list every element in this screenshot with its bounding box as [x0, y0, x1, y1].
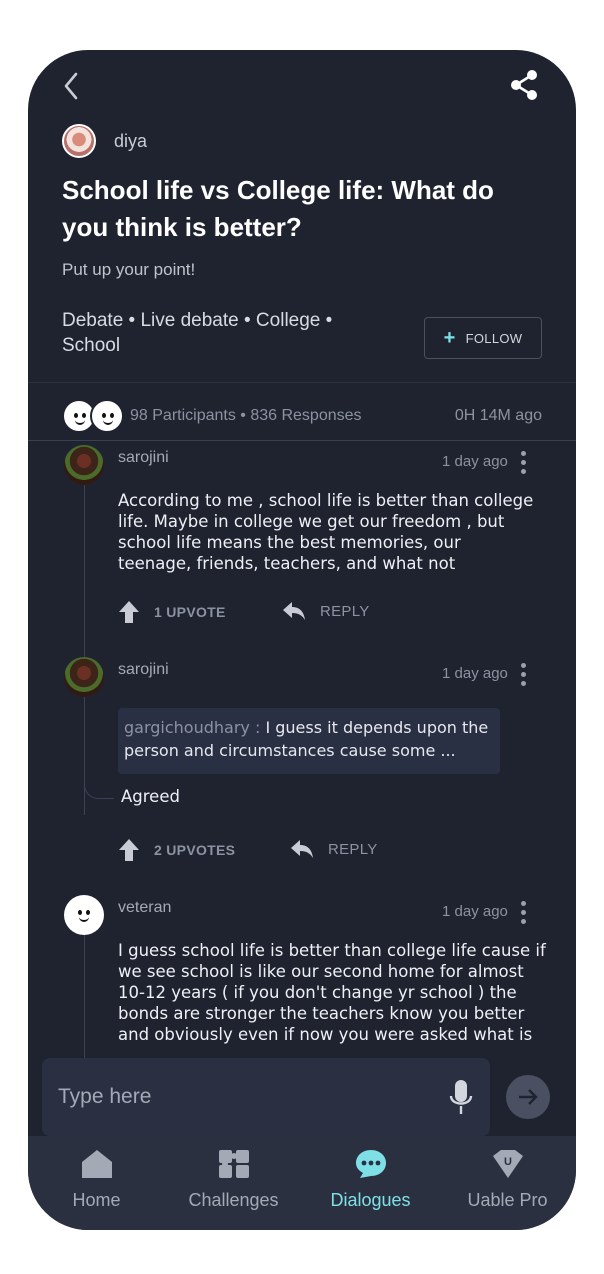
post-author[interactable]: diya	[62, 124, 147, 158]
nav-label: Challenges	[188, 1190, 279, 1210]
bottom-nav: Home Challenges Dialogues U Uable Pro	[28, 1136, 576, 1230]
reply-button[interactable]: REPLY	[290, 838, 378, 860]
home-icon	[81, 1150, 112, 1178]
svg-text:U: U	[504, 1156, 512, 1168]
chat-bubble-icon	[355, 1150, 386, 1178]
avatar	[62, 124, 96, 158]
more-options-icon[interactable]	[518, 663, 528, 689]
comment-body: I guess school life is better than colle…	[118, 941, 546, 1044]
comment-username[interactable]: sarojini	[118, 661, 169, 679]
plus-icon: +	[443, 326, 456, 349]
nav-dialogues[interactable]: Dialogues	[302, 1136, 439, 1230]
message-composer	[42, 1058, 490, 1136]
app-screen: diya School life vs College life: What d…	[28, 50, 576, 1230]
thread-line	[84, 485, 85, 675]
reply-connector	[84, 777, 114, 799]
avatar[interactable]	[64, 895, 104, 935]
uable-badge-icon: U	[492, 1150, 523, 1178]
message-input[interactable]	[58, 1078, 418, 1116]
arrow-right-icon	[519, 1089, 538, 1105]
thread-line	[84, 935, 85, 1061]
send-button[interactable]	[506, 1075, 550, 1119]
share-icon[interactable]	[508, 68, 540, 102]
avatar[interactable]	[64, 657, 104, 697]
post-subtitle: Put up your point!	[62, 260, 196, 279]
reply-label: REPLY	[328, 840, 378, 858]
quoted-reply[interactable]: gargichoudhary : I guess it depends upon…	[118, 708, 500, 774]
comment-time: 1 day ago	[442, 903, 508, 920]
follow-button[interactable]: + FOLLOW	[424, 317, 542, 359]
more-options-icon[interactable]	[518, 451, 528, 477]
participants-count: 98 Participants • 836 Responses	[130, 407, 362, 424]
comment-body: Agreed	[121, 787, 180, 806]
participants-bar: 98 Participants • 836 Responses 0H 14M a…	[62, 394, 542, 438]
divider	[28, 382, 576, 383]
nav-label: Uable Pro	[467, 1190, 548, 1210]
puzzle-icon	[218, 1150, 249, 1178]
participant-avatar-icon	[90, 399, 124, 433]
author-name: diya	[114, 130, 148, 151]
nav-label: Home	[72, 1190, 121, 1210]
reply-arrow-icon	[291, 840, 313, 858]
upvote-button[interactable]: 1 UPVOTE	[118, 600, 226, 624]
follow-label: FOLLOW	[465, 330, 523, 346]
nav-uable-pro[interactable]: U Uable Pro	[439, 1136, 576, 1230]
thread-line	[84, 695, 85, 815]
avatar[interactable]	[64, 445, 104, 485]
comment-time: 1 day ago	[442, 665, 508, 682]
microphone-icon[interactable]	[448, 1078, 474, 1118]
upvote-arrow-icon	[119, 601, 139, 623]
reply-button[interactable]: REPLY	[282, 600, 370, 622]
reply-label: REPLY	[320, 602, 370, 620]
upvote-arrow-icon	[119, 839, 139, 861]
quote-username: gargichoudhary :	[124, 718, 261, 737]
back-arrow-icon[interactable]	[58, 70, 86, 102]
nav-home[interactable]: Home	[28, 1136, 165, 1230]
upvote-button[interactable]: 2 UPVOTES	[118, 838, 235, 862]
comment-thread[interactable]: sarojini 1 day ago According to me , sch…	[28, 441, 576, 1061]
nav-challenges[interactable]: Challenges	[165, 1136, 302, 1230]
upvote-count: 1 UPVOTE	[154, 604, 226, 620]
comment-username[interactable]: sarojini	[118, 449, 169, 467]
elapsed-time: 0H 14M ago	[454, 407, 542, 424]
reply-arrow-icon	[283, 602, 305, 620]
nav-label: Dialogues	[330, 1190, 411, 1210]
comment-time: 1 day ago	[442, 453, 508, 470]
page-title: School life vs College life: What do you…	[62, 175, 494, 242]
upvote-count: 2 UPVOTES	[154, 842, 236, 858]
more-options-icon[interactable]	[518, 901, 528, 927]
comment-username[interactable]: veteran	[118, 899, 171, 917]
post-tags: Debate • Live debate • College • School	[62, 310, 333, 356]
comment-body: According to me , school life is better …	[118, 491, 534, 573]
